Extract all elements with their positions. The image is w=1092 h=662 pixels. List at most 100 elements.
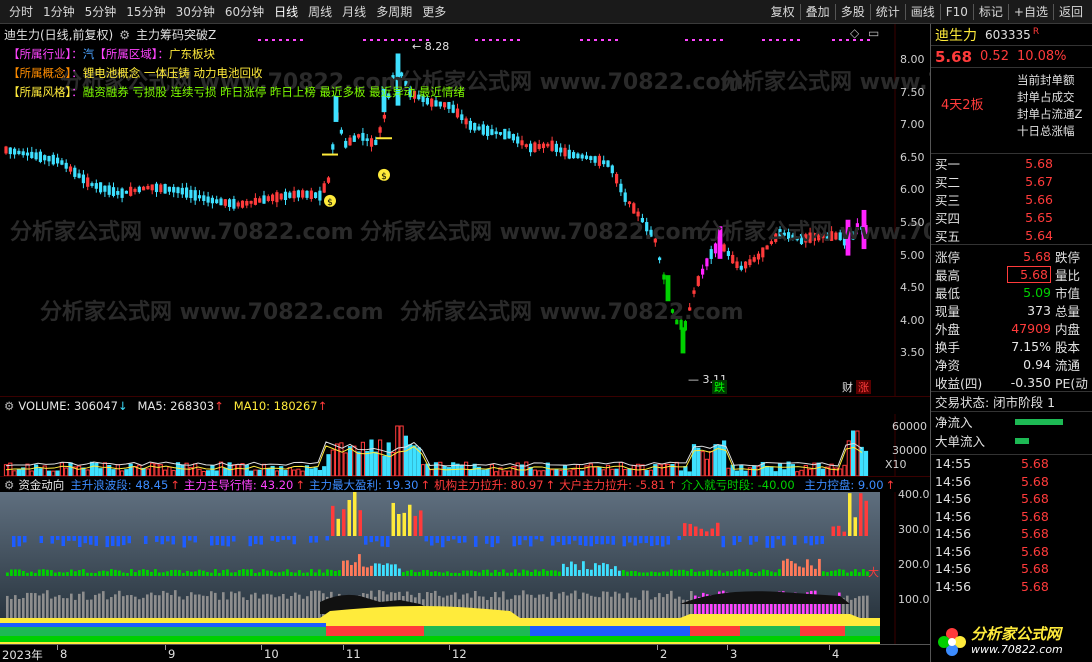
fund-indicator-item: 主力控盘: 9.00: [804, 477, 884, 492]
tool-button[interactable]: 画线: [906, 2, 940, 22]
kline-candle: [339, 127, 343, 136]
orderbook-row[interactable]: 买三 5.66: [931, 190, 1092, 208]
kline-candle: [262, 190, 266, 204]
fund-bar: [314, 590, 317, 620]
kline-candle: [455, 103, 460, 119]
volume-gear-icon[interactable]: ⚙: [4, 399, 14, 413]
tick-list[interactable]: 14:55 5.68 14:56 5.68 14:56 5.68 14:56 5.68 14:5…: [931, 454, 1092, 595]
fund-title[interactable]: 资金动向: [18, 477, 64, 492]
kline-chart[interactable]: $ $ ← 8.28— 3.11 跌财涨 分析家公式网 www.70822.com 分…: [0, 24, 1064, 396]
fund-bar: [62, 572, 65, 576]
tool-button[interactable]: 标记: [974, 2, 1008, 22]
volume-bar: [38, 468, 43, 477]
fund-bar: [127, 536, 131, 544]
fund-bar: [529, 536, 533, 547]
fund-arrow-icon: ↑: [420, 477, 431, 492]
kline-candle: [481, 121, 485, 136]
volume-bar: [3, 464, 9, 477]
fund-bar: [578, 599, 581, 620]
period-tab[interactable]: 30分钟: [171, 2, 220, 22]
volume-bar: [562, 464, 568, 477]
period-tab[interactable]: 月线: [337, 2, 371, 22]
tool-button[interactable]: 多股: [836, 2, 870, 22]
tool-button[interactable]: +自选: [1009, 2, 1053, 22]
fund-bar: [546, 570, 549, 576]
fund-bar: [482, 569, 485, 576]
kline-candle: [498, 132, 503, 136]
orderbook-row[interactable]: 买二 5.67: [931, 172, 1092, 190]
period-tab[interactable]: 更多: [417, 2, 451, 22]
chart-title: 迪生力(日线,前复权) ⚙ 主力筹码突破Z: [4, 26, 216, 43]
signal-dot: [286, 39, 289, 41]
fund-bar: [238, 591, 241, 620]
period-tab[interactable]: 60分钟: [220, 2, 269, 22]
fund-bar: [62, 598, 65, 620]
orderbook-row[interactable]: 买四 5.65: [931, 208, 1092, 226]
fund-bar: [705, 531, 709, 536]
earnings-marker[interactable]: 财: [842, 380, 853, 394]
kline-candle: [774, 232, 778, 244]
time-axis-label: 12: [452, 647, 467, 661]
fund-gear-icon[interactable]: ⚙: [4, 478, 14, 492]
fund-bar: [294, 572, 297, 576]
period-tab[interactable]: 5分钟: [80, 2, 122, 22]
quote-label-secondary: PE(动: [1055, 375, 1088, 391]
fund-bar: [526, 570, 529, 576]
fund-bar: [206, 571, 209, 576]
kline-candle: [761, 247, 765, 262]
kline-candle: [640, 213, 644, 223]
tool-button[interactable]: F10: [941, 2, 973, 22]
period-tab[interactable]: 15分钟: [121, 2, 170, 22]
kline-candle: [111, 182, 116, 198]
orderbook-row[interactable]: 买一 5.68: [931, 154, 1092, 172]
fund-bar: [353, 491, 357, 536]
quote-row: 最高 5.68 量比: [931, 265, 1092, 283]
kline-candle: [357, 133, 361, 140]
fund-bar: [386, 563, 389, 576]
kline-candle: [17, 148, 21, 156]
fund-bar: [814, 568, 817, 576]
chart-indicator-title[interactable]: 主力筹码突破Z: [136, 26, 216, 43]
fund-bar: [582, 561, 585, 576]
period-tab[interactable]: 1分钟: [38, 2, 80, 22]
period-tab[interactable]: 分时: [4, 2, 38, 22]
fund-bar: [222, 570, 225, 576]
chart-collapse-icon[interactable]: ◇: [850, 26, 859, 40]
fund-bar: [278, 596, 281, 620]
limit-up-marker[interactable]: 涨: [856, 380, 871, 394]
period-tab[interactable]: 多周期: [371, 2, 417, 22]
signal-dot: [391, 39, 394, 41]
fund-bar: [318, 569, 321, 576]
period-tab[interactable]: 周线: [303, 2, 337, 22]
fund-bar: [474, 536, 478, 547]
quote-label: 净资: [935, 357, 961, 373]
fund-bar: [86, 572, 89, 576]
fund-bar: [830, 570, 833, 576]
period-tab[interactable]: 日线: [269, 2, 303, 22]
kline-candle: [782, 228, 786, 239]
indicator-gear-icon[interactable]: ⚙: [119, 28, 130, 42]
tool-button[interactable]: 统计: [871, 2, 905, 22]
orderbook-row[interactable]: 买五 5.64: [931, 226, 1092, 244]
tool-button[interactable]: 返回: [1054, 2, 1088, 22]
kline-candle: [228, 198, 232, 211]
tool-button[interactable]: 叠加: [801, 2, 835, 22]
kline-candle: [271, 193, 275, 205]
limit-down-marker[interactable]: 跌: [712, 380, 727, 394]
chart-expand-icon[interactable]: ▭: [868, 26, 879, 40]
fund-bar: [566, 595, 569, 620]
fund-bar: [831, 526, 835, 536]
fund-bar: [364, 536, 368, 545]
fund-bar: [486, 569, 489, 576]
tool-button[interactable]: 复权: [766, 2, 800, 22]
fund-bar: [551, 536, 555, 546]
fund-bar: [118, 590, 121, 620]
fund-bar: [798, 566, 801, 576]
tick-row: 14:56 5.68: [931, 578, 1092, 596]
kline-candle: [722, 242, 726, 253]
volume-chart[interactable]: 60000 30000 X10: [0, 414, 930, 477]
tick-price: 5.68: [1021, 456, 1049, 472]
fund-flow-chart[interactable]: 400.0 300.0 200.0 100.0 大: [0, 488, 930, 644]
fund-bar: [42, 593, 45, 620]
chart-stock-title[interactable]: 迪生力(日线,前复权): [4, 26, 113, 43]
